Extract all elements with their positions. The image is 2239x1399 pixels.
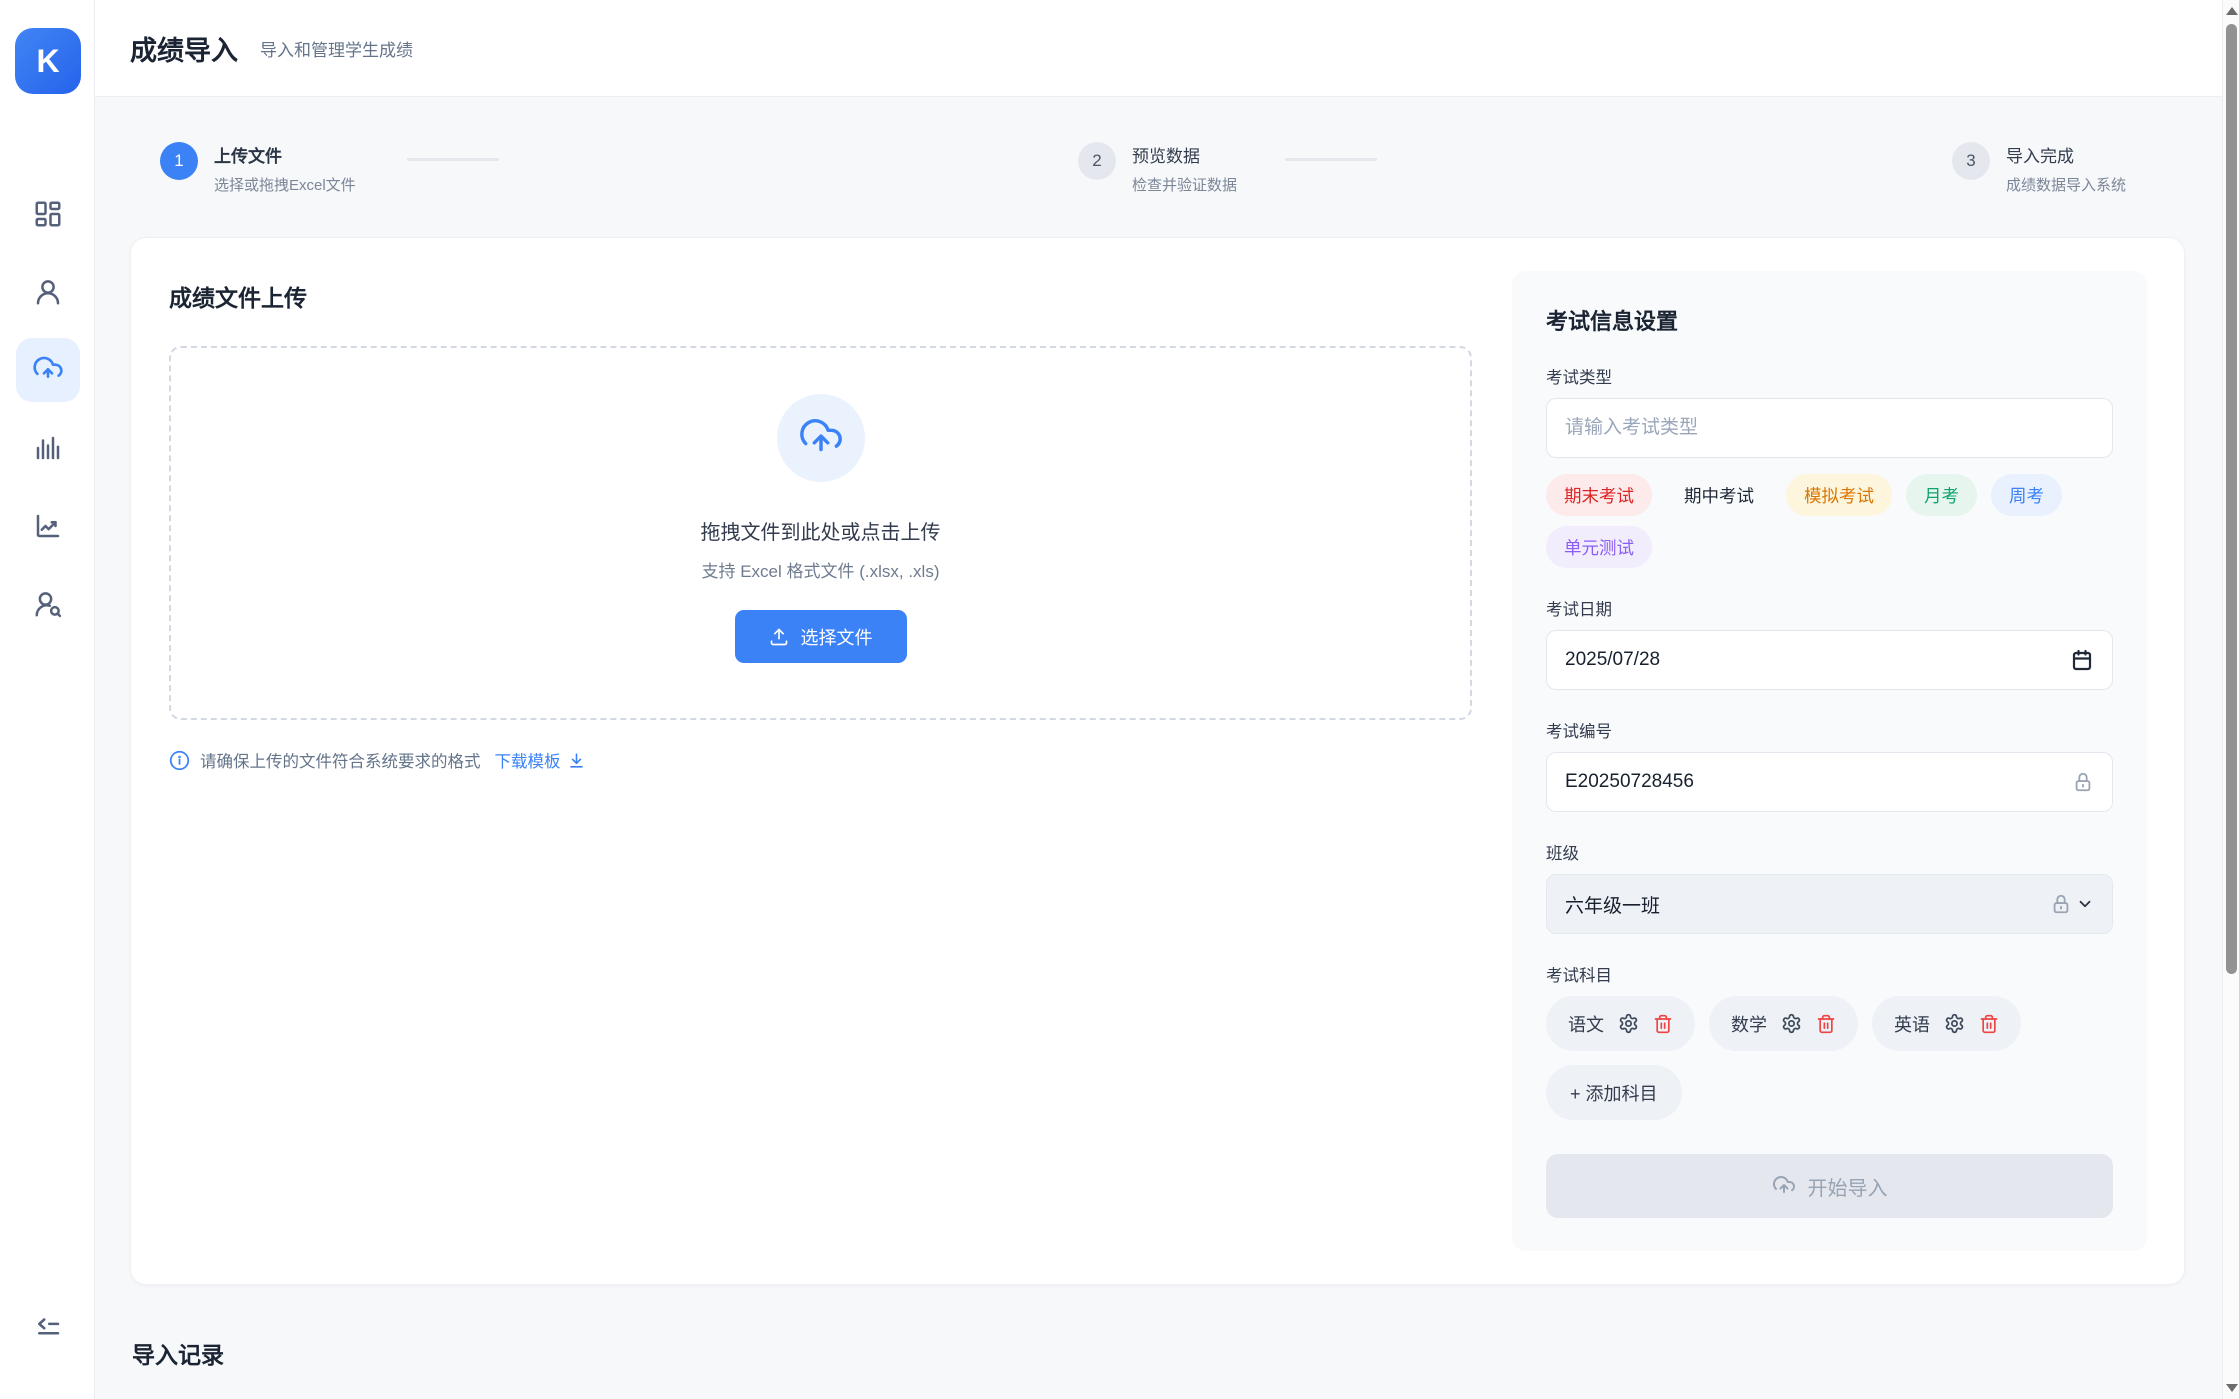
- subject-settings-button[interactable]: [1944, 1013, 1965, 1034]
- cloud-upload-icon: [798, 415, 844, 461]
- step-connector: [1285, 158, 1377, 161]
- add-subject-button[interactable]: + 添加科目: [1546, 1065, 1682, 1120]
- step-upload: 1 上传文件 选择或拖拽Excel文件: [160, 140, 356, 195]
- choose-file-label: 选择文件: [801, 624, 873, 650]
- upload-icon: [769, 627, 789, 647]
- dashboard-icon: [33, 199, 63, 229]
- tag-mock-exam[interactable]: 模拟考试: [1786, 474, 1892, 516]
- trash-icon: [1979, 1014, 1999, 1034]
- step-title: 导入完成: [2006, 140, 2126, 167]
- subject-pill-english: 英语: [1872, 996, 2021, 1051]
- step-desc: 成绩数据导入系统: [2006, 174, 2126, 195]
- sidebar-item-students[interactable]: [16, 260, 80, 324]
- info-icon: [169, 750, 190, 771]
- start-import-button[interactable]: 开始导入: [1546, 1154, 2113, 1218]
- tag-midterm-exam[interactable]: 期中考试: [1666, 474, 1772, 516]
- trash-icon: [1653, 1014, 1673, 1034]
- app-logo[interactable]: K: [15, 28, 81, 94]
- subject-delete-button[interactable]: [1816, 1014, 1836, 1034]
- subject-delete-button[interactable]: [1653, 1014, 1673, 1034]
- tag-weekly-exam[interactable]: 周考: [1991, 474, 2062, 516]
- download-icon: [567, 751, 586, 770]
- step-complete: 3 导入完成 成绩数据导入系统: [1952, 140, 2126, 195]
- sidebar: K: [0, 0, 95, 1399]
- tag-monthly-exam[interactable]: 月考: [1906, 474, 1977, 516]
- cloud-upload-icon: [32, 354, 64, 386]
- upload-section-title: 成绩文件上传: [169, 279, 1472, 313]
- subjects-list: 语文 数学 英语: [1546, 996, 2113, 1051]
- gear-icon: [1944, 1013, 1965, 1034]
- subject-delete-button[interactable]: [1979, 1014, 1999, 1034]
- page-title: 成绩导入: [130, 29, 238, 68]
- exam-date-input[interactable]: 2025/07/28: [1546, 630, 2113, 690]
- import-records-title: 导入记录: [132, 1336, 224, 1370]
- vertical-scrollbar[interactable]: [2222, 0, 2239, 1399]
- lock-icon: [2072, 771, 2094, 793]
- file-dropzone[interactable]: 拖拽文件到此处或点击上传 支持 Excel 格式文件 (.xlsx, .xls)…: [169, 346, 1472, 720]
- tag-unit-test[interactable]: 单元测试: [1546, 526, 1652, 568]
- page-header: 成绩导入 导入和管理学生成绩: [95, 0, 2222, 97]
- choose-file-button[interactable]: 选择文件: [735, 610, 907, 663]
- upload-card: 成绩文件上传 拖拽文件到此处或点击上传 支持 Excel 格式文件 (.xlsx…: [130, 237, 2185, 1285]
- exam-type-input[interactable]: [1546, 398, 2113, 458]
- gear-icon: [1618, 1013, 1639, 1034]
- page-subtitle: 导入和管理学生成绩: [260, 36, 413, 61]
- upload-note: 请确保上传的文件符合系统要求的格式: [200, 748, 481, 772]
- class-label: 班级: [1546, 840, 2113, 864]
- dropzone-icon-circle: [777, 394, 865, 482]
- gear-icon: [1781, 1013, 1802, 1034]
- sidebar-item-statistics[interactable]: [16, 416, 80, 480]
- exam-type-label: 考试类型: [1546, 364, 2113, 388]
- step-connector: [407, 158, 499, 161]
- subject-settings-button[interactable]: [1781, 1013, 1802, 1034]
- collapse-sidebar-icon: [33, 1312, 63, 1342]
- user-icon: [33, 277, 63, 307]
- scroll-down-arrow[interactable]: [2226, 1384, 2238, 1392]
- step-desc: 检查并验证数据: [1132, 174, 1237, 195]
- sidebar-item-student-search[interactable]: [16, 572, 80, 636]
- cloud-upload-icon: [1772, 1174, 1796, 1198]
- exam-date-label: 考试日期: [1546, 596, 2113, 620]
- settings-title: 考试信息设置: [1546, 304, 2113, 336]
- step-title: 预览数据: [1132, 140, 1237, 167]
- exam-type-tags: 期末考试 期中考试 模拟考试 月考 周考 单元测试: [1546, 474, 2113, 568]
- sidebar-item-analytics[interactable]: [16, 494, 80, 558]
- step-title: 上传文件: [214, 140, 356, 167]
- subjects-label: 考试科目: [1546, 962, 2113, 986]
- exam-settings-panel: 考试信息设置 考试类型 期末考试 期中考试 模拟考试 月考 周考 单元测试 考试…: [1512, 271, 2147, 1251]
- step-preview: 2 预览数据 检查并验证数据: [1078, 140, 1237, 195]
- chevron-down-icon: [2076, 895, 2094, 913]
- step-number: 3: [1952, 142, 1990, 180]
- exam-code-input: E20250728456: [1546, 752, 2113, 812]
- class-select[interactable]: 六年级一班: [1546, 874, 2113, 934]
- dropzone-hint: 支持 Excel 格式文件 (.xlsx, .xls): [701, 557, 939, 582]
- bar-chart-icon: [33, 433, 63, 463]
- exam-code-label: 考试编号: [1546, 718, 2113, 742]
- scrollbar-thumb[interactable]: [2226, 24, 2237, 974]
- subject-pill-chinese: 语文: [1546, 996, 1695, 1051]
- sidebar-item-dashboard[interactable]: [16, 182, 80, 246]
- user-search-icon: [33, 589, 63, 619]
- scroll-up-arrow[interactable]: [2226, 7, 2238, 15]
- step-number: 1: [160, 142, 198, 180]
- subject-pill-math: 数学: [1709, 996, 1858, 1051]
- lock-icon: [2050, 893, 2072, 915]
- subject-settings-button[interactable]: [1618, 1013, 1639, 1034]
- calendar-icon[interactable]: [2070, 648, 2094, 672]
- step-number: 2: [1078, 142, 1116, 180]
- dropzone-title: 拖拽文件到此处或点击上传: [701, 516, 941, 545]
- download-template-link[interactable]: 下载模板: [495, 748, 586, 772]
- line-chart-icon: [33, 511, 63, 541]
- step-desc: 选择或拖拽Excel文件: [214, 174, 356, 195]
- collapse-sidebar-button[interactable]: [16, 1295, 80, 1359]
- trash-icon: [1816, 1014, 1836, 1034]
- tag-final-exam[interactable]: 期末考试: [1546, 474, 1652, 516]
- sidebar-item-grade-import[interactable]: [16, 338, 80, 402]
- step-indicator: 1 上传文件 选择或拖拽Excel文件 2 预览数据 检查并验证数据 3 导入完…: [95, 120, 2222, 210]
